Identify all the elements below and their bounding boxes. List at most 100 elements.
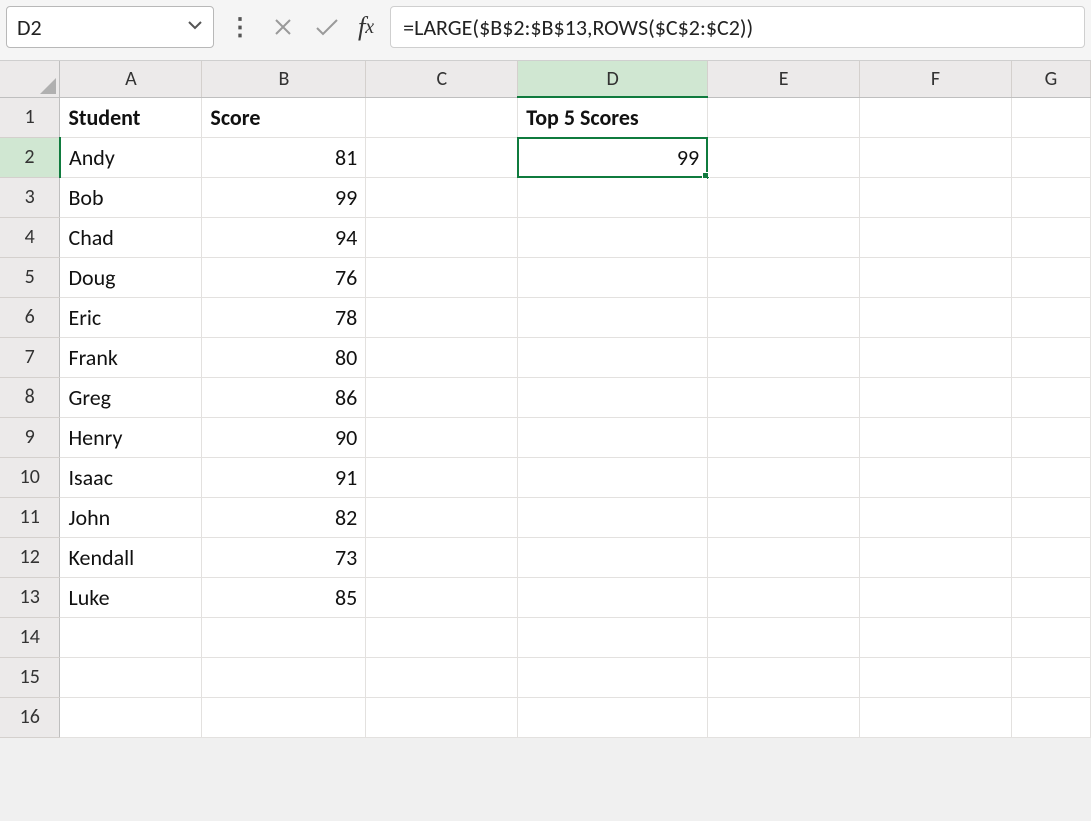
cell-F8[interactable] xyxy=(860,377,1012,417)
cell-A14[interactable] xyxy=(60,617,202,657)
cell-B8[interactable]: 86 xyxy=(202,377,366,417)
cell-G3[interactable] xyxy=(1011,177,1090,217)
cell-G10[interactable] xyxy=(1011,457,1090,497)
cell-F11[interactable] xyxy=(860,497,1012,537)
cell-B3[interactable]: 99 xyxy=(202,177,366,217)
cell-G13[interactable] xyxy=(1011,577,1090,617)
col-header-B[interactable]: B xyxy=(202,61,366,97)
cell-A7[interactable]: Frank xyxy=(60,337,202,377)
cell-C6[interactable] xyxy=(366,297,518,337)
cell-G9[interactable] xyxy=(1011,417,1090,457)
cell-D3[interactable] xyxy=(518,177,708,217)
cell-G15[interactable] xyxy=(1011,657,1090,697)
cell-D13[interactable] xyxy=(518,577,708,617)
cell-E11[interactable] xyxy=(708,497,860,537)
cell-E10[interactable] xyxy=(708,457,860,497)
cell-F6[interactable] xyxy=(860,297,1012,337)
cell-B9[interactable]: 90 xyxy=(202,417,366,457)
cell-G2[interactable] xyxy=(1011,137,1090,177)
cell-G1[interactable] xyxy=(1011,97,1090,137)
cancel-icon[interactable] xyxy=(266,6,300,48)
cell-F4[interactable] xyxy=(860,217,1012,257)
cell-C12[interactable] xyxy=(366,537,518,577)
row-header-9[interactable]: 9 xyxy=(0,417,60,457)
select-all-corner[interactable] xyxy=(0,61,60,97)
cell-F7[interactable] xyxy=(860,337,1012,377)
row-header-8[interactable]: 8 xyxy=(0,377,60,417)
col-header-G[interactable]: G xyxy=(1011,61,1090,97)
cell-D6[interactable] xyxy=(518,297,708,337)
formula-bar-input[interactable]: =LARGE($B$2:$B$13,ROWS($C$2:$C2)) xyxy=(390,6,1085,48)
cell-E4[interactable] xyxy=(708,217,860,257)
cell-F15[interactable] xyxy=(860,657,1012,697)
name-box[interactable]: D2 xyxy=(6,6,214,48)
cell-F13[interactable] xyxy=(860,577,1012,617)
cell-B11[interactable]: 82 xyxy=(202,497,366,537)
row-header-2[interactable]: 2 xyxy=(0,137,60,177)
cell-G14[interactable] xyxy=(1011,617,1090,657)
cell-B10[interactable]: 91 xyxy=(202,457,366,497)
cell-G5[interactable] xyxy=(1011,257,1090,297)
cell-F9[interactable] xyxy=(860,417,1012,457)
col-header-E[interactable]: E xyxy=(708,61,860,97)
row-header-6[interactable]: 6 xyxy=(0,297,60,337)
cell-F12[interactable] xyxy=(860,537,1012,577)
cell-A4[interactable]: Chad xyxy=(60,217,202,257)
cell-E13[interactable] xyxy=(708,577,860,617)
cell-E1[interactable] xyxy=(708,97,860,137)
row-header-13[interactable]: 13 xyxy=(0,577,60,617)
cell-E16[interactable] xyxy=(708,697,860,737)
cell-C13[interactable] xyxy=(366,577,518,617)
cell-A15[interactable] xyxy=(60,657,202,697)
cell-A9[interactable]: Henry xyxy=(60,417,202,457)
row-header-15[interactable]: 15 xyxy=(0,657,60,697)
cell-G8[interactable] xyxy=(1011,377,1090,417)
cell-A16[interactable] xyxy=(60,697,202,737)
cell-E9[interactable] xyxy=(708,417,860,457)
cell-E12[interactable] xyxy=(708,537,860,577)
cell-D15[interactable] xyxy=(518,657,708,697)
cell-D10[interactable] xyxy=(518,457,708,497)
cell-B15[interactable] xyxy=(202,657,366,697)
cell-E2[interactable] xyxy=(708,137,860,177)
cell-F5[interactable] xyxy=(860,257,1012,297)
cell-B13[interactable]: 85 xyxy=(202,577,366,617)
cell-F14[interactable] xyxy=(860,617,1012,657)
col-header-F[interactable]: F xyxy=(860,61,1012,97)
cell-D7[interactable] xyxy=(518,337,708,377)
cell-C3[interactable] xyxy=(366,177,518,217)
cell-C7[interactable] xyxy=(366,337,518,377)
cell-A3[interactable]: Bob xyxy=(60,177,202,217)
cell-F10[interactable] xyxy=(860,457,1012,497)
cell-G11[interactable] xyxy=(1011,497,1090,537)
cell-A6[interactable]: Eric xyxy=(60,297,202,337)
cell-G12[interactable] xyxy=(1011,537,1090,577)
col-header-D[interactable]: D xyxy=(518,61,708,97)
cell-C14[interactable] xyxy=(366,617,518,657)
cell-E3[interactable] xyxy=(708,177,860,217)
cell-E8[interactable] xyxy=(708,377,860,417)
row-header-1[interactable]: 1 xyxy=(0,97,60,137)
row-header-14[interactable]: 14 xyxy=(0,617,60,657)
row-header-3[interactable]: 3 xyxy=(0,177,60,217)
cell-D1[interactable]: Top 5 Scores xyxy=(518,97,708,137)
row-header-11[interactable]: 11 xyxy=(0,497,60,537)
cell-B4[interactable]: 94 xyxy=(202,217,366,257)
sheet-area[interactable]: A B C D E F G 1 Student Score Top 5 Scor… xyxy=(0,61,1091,738)
cell-D2[interactable]: 99 xyxy=(518,137,708,177)
cell-D9[interactable] xyxy=(518,417,708,457)
cell-C16[interactable] xyxy=(366,697,518,737)
cell-B16[interactable] xyxy=(202,697,366,737)
cell-A5[interactable]: Doug xyxy=(60,257,202,297)
cell-A8[interactable]: Greg xyxy=(60,377,202,417)
row-header-7[interactable]: 7 xyxy=(0,337,60,377)
cell-A12[interactable]: Kendall xyxy=(60,537,202,577)
cell-B5[interactable]: 76 xyxy=(202,257,366,297)
cell-F3[interactable] xyxy=(860,177,1012,217)
enter-check-icon[interactable] xyxy=(308,6,346,48)
cell-D14[interactable] xyxy=(518,617,708,657)
cell-F1[interactable] xyxy=(860,97,1012,137)
cell-G7[interactable] xyxy=(1011,337,1090,377)
cell-C1[interactable] xyxy=(366,97,518,137)
cell-D5[interactable] xyxy=(518,257,708,297)
